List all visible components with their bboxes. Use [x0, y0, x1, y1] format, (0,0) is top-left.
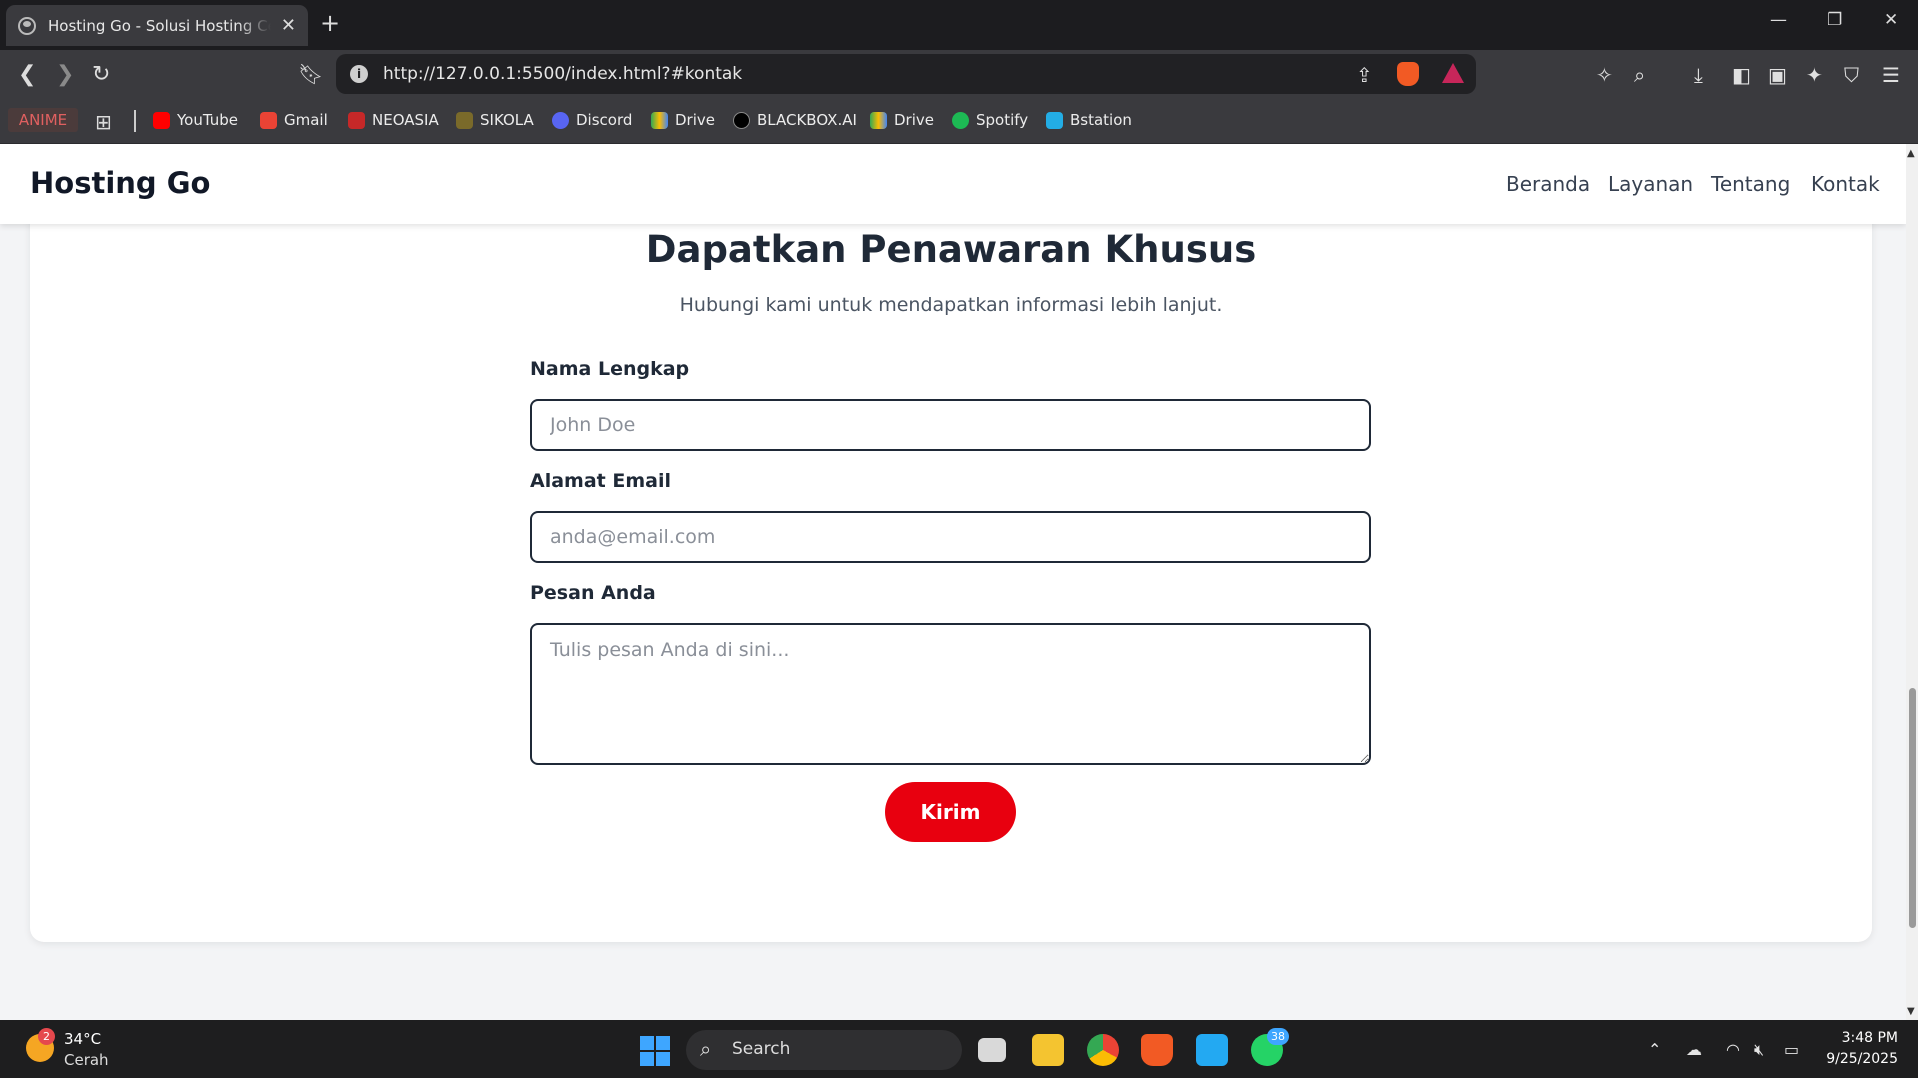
address-bar[interactable]: i http://127.0.0.1:5500/index.html?#kont… — [336, 54, 1476, 94]
message-textarea[interactable] — [530, 623, 1371, 765]
blackbox-icon — [733, 111, 750, 129]
site-info-icon[interactable]: i — [350, 65, 368, 83]
web-page: Hosting Go Beranda Layanan Tentang Konta… — [0, 144, 1906, 1020]
scrollbar-thumb[interactable] — [1909, 688, 1916, 928]
bookmark-spotify[interactable]: Spotify — [952, 111, 1028, 129]
brave-icon[interactable] — [1141, 1034, 1173, 1066]
taskbar-search[interactable]: ⌕ Search — [686, 1030, 962, 1070]
minimize-icon[interactable]: — — [1770, 10, 1787, 30]
windows-start-icon[interactable] — [640, 1036, 670, 1066]
browser-tab[interactable]: Hosting Go - Solusi Hosting Cepat ✕ — [6, 5, 308, 46]
start-tile — [656, 1036, 670, 1050]
tab-title: Hosting Go - Solusi Hosting Cepat — [48, 16, 271, 35]
name-input[interactable] — [530, 399, 1371, 451]
page-scrollbar[interactable]: ▲ ▼ — [1906, 144, 1918, 1020]
leo-ai-icon[interactable]: ✦ — [1806, 63, 1823, 87]
bstation-icon — [1046, 111, 1063, 129]
drive-icon — [870, 111, 887, 129]
chrome-icon[interactable] — [1087, 1034, 1119, 1066]
globe-icon — [18, 16, 36, 35]
bookmark-drive-2[interactable]: Drive — [870, 111, 934, 129]
scroll-down-icon[interactable]: ▼ — [1907, 1006, 1915, 1017]
taskbar: 2 34°C Cerah ⌕ Search 38 ⌃ ☁ ◠ 🔇︎ ▭ 3:48… — [0, 1020, 1918, 1078]
url-text[interactable]: http://127.0.0.1:5500/index.html?#kontak — [383, 64, 742, 84]
brave-shield-icon[interactable] — [1397, 62, 1419, 86]
wallet-icon[interactable]: ▣ — [1768, 63, 1787, 87]
forward-icon[interactable]: ❯ — [56, 62, 74, 87]
gmail-icon — [260, 111, 277, 129]
bookmark-youtube[interactable]: YouTube — [153, 111, 238, 129]
search-label: Search — [732, 1039, 791, 1059]
window-close-icon[interactable]: ✕ — [1884, 10, 1898, 30]
youtube-icon — [153, 111, 170, 129]
apps-grid-icon[interactable]: ⊞ — [95, 110, 112, 134]
submit-button[interactable]: Kirim — [885, 782, 1016, 842]
nav-beranda[interactable]: Beranda — [1506, 172, 1590, 196]
bookmarks-bar: ANIME ⊞ YouTube Gmail NEOASIA SIKOLA Dis… — [0, 100, 1918, 144]
discord-icon — [552, 111, 569, 129]
site-brand[interactable]: Hosting Go — [30, 166, 211, 200]
bookmark-drive[interactable]: Drive — [651, 111, 715, 129]
contact-title: Dapatkan Penawaran Khusus — [645, 228, 1257, 271]
nav-kontak[interactable]: Kontak — [1811, 172, 1880, 196]
contact-card: Dapatkan Penawaran Khusus Hubungi kami u… — [30, 204, 1872, 942]
vpn-icon[interactable]: ⛉ — [1844, 63, 1859, 87]
task-view-icon[interactable] — [978, 1038, 1006, 1062]
battery-icon[interactable]: ▭ — [1784, 1040, 1799, 1059]
close-tab-icon[interactable]: ✕ — [281, 15, 296, 36]
file-explorer-icon[interactable] — [1032, 1034, 1064, 1066]
message-label: Pesan Anda — [530, 582, 656, 604]
bookmark-icon[interactable]: 🔖︎ — [298, 62, 323, 86]
vscode-icon[interactable] — [1196, 1034, 1228, 1066]
nav-tentang[interactable]: Tentang — [1711, 172, 1790, 196]
whatsapp-badge: 38 — [1267, 1028, 1289, 1045]
back-icon[interactable]: ❮ — [18, 62, 36, 87]
extensions-icon[interactable]: ✧ — [1596, 63, 1613, 87]
share-icon[interactable]: ⇪ — [1356, 63, 1373, 87]
bookmark-bstation[interactable]: Bstation — [1046, 111, 1132, 129]
email-label: Alamat Email — [530, 470, 671, 492]
weather-badge: 2 — [38, 1028, 55, 1045]
reader-icon[interactable]: ⌕ — [1634, 63, 1645, 87]
volume-muted-icon[interactable]: 🔇︎ — [1754, 1040, 1764, 1060]
onedrive-icon[interactable]: ☁ — [1686, 1040, 1702, 1059]
restore-icon[interactable]: ❐ — [1827, 10, 1842, 30]
email-input[interactable] — [530, 511, 1371, 563]
clock-date[interactable]: 9/25/2025 — [1818, 1051, 1898, 1067]
browser-tab-strip: Hosting Go - Solusi Hosting Cepat ✕ + — … — [0, 0, 1918, 50]
bookmark-gmail[interactable]: Gmail — [260, 111, 328, 129]
bookmark-discord[interactable]: Discord — [552, 111, 632, 129]
spotify-icon — [952, 111, 969, 129]
brave-rewards-icon[interactable] — [1442, 63, 1464, 83]
reload-icon[interactable]: ↻ — [92, 62, 110, 87]
weather-desc: Cerah — [64, 1051, 109, 1069]
bookmark-sikola[interactable]: SIKOLA — [456, 111, 534, 129]
menu-icon[interactable]: ☰ — [1882, 63, 1900, 87]
nav-layanan[interactable]: Layanan — [1608, 172, 1693, 196]
drive-icon — [651, 111, 668, 129]
site-navbar: Hosting Go Beranda Layanan Tentang Konta… — [0, 144, 1906, 224]
wifi-icon[interactable]: ◠ — [1726, 1040, 1740, 1059]
browser-toolbar: ❮ ❯ ↻ 🔖︎ i http://127.0.0.1:5500/index.h… — [0, 50, 1918, 100]
scroll-up-icon[interactable]: ▲ — [1907, 148, 1915, 159]
sikola-icon — [456, 111, 473, 129]
neoasia-icon — [348, 111, 365, 129]
contact-subtitle: Hubungi kami untuk mendapatkan informasi… — [679, 294, 1223, 316]
tray-overflow-icon[interactable]: ⌃ — [1648, 1040, 1661, 1059]
weather-temp[interactable]: 34°C — [64, 1030, 101, 1048]
bookmark-neoasia[interactable]: NEOASIA — [348, 111, 439, 129]
clock-time[interactable]: 3:48 PM — [1826, 1030, 1898, 1046]
divider — [134, 110, 136, 132]
start-tile — [656, 1052, 670, 1066]
new-tab-button[interactable]: + — [320, 9, 340, 37]
search-icon: ⌕ — [700, 1037, 712, 1061]
start-tile — [640, 1052, 654, 1066]
start-tile — [640, 1036, 654, 1050]
bookmark-anime[interactable]: ANIME — [8, 108, 78, 132]
download-icon[interactable]: ⤓ — [1694, 63, 1703, 87]
bookmark-blackbox[interactable]: BLACKBOX.AI — [733, 111, 857, 129]
name-label: Nama Lengkap — [530, 358, 690, 380]
sidebar-icon[interactable]: ◧ — [1732, 63, 1751, 87]
